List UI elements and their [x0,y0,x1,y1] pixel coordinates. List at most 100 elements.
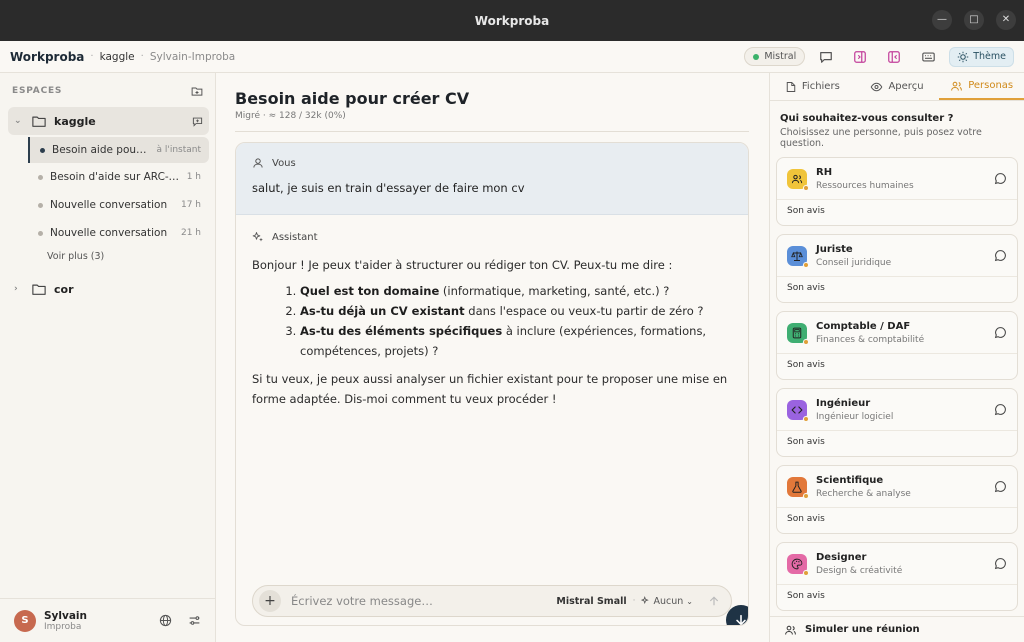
persona-card-rh[interactable]: RH Ressources humaines Son avis [776,157,1018,226]
people-icon [951,81,963,91]
chat-bubble-icon[interactable] [994,326,1007,339]
attach-button[interactable]: + [259,590,281,612]
user-info: Sylvain Improba [44,610,87,632]
persona-card-comptable[interactable]: Comptable / DAF Finances & comptabilité … [776,311,1018,380]
persona-desc: Finances & comptabilité [816,334,925,345]
personas-question: Qui souhaitez-vous consulter ? [780,113,954,124]
status-dot-icon [803,184,809,191]
maximize-button[interactable]: □ [964,10,984,30]
model-name: Mistral [764,51,797,62]
breadcrumb-user[interactable]: Sylvain-Improba [150,51,235,63]
minimize-button[interactable]: — [932,10,952,30]
tools-selector[interactable]: Aucun ⌄ [640,596,693,607]
assistant-role-label: Assistant [272,231,318,243]
user-icon [253,158,263,168]
persona-desc: Recherche & analyse [816,488,911,499]
composer-separator: · [632,596,636,606]
chat-bubble-icon[interactable] [994,557,1007,570]
assistant-outro: Si tu veux, je peux aussi analyser un fi… [252,372,728,406]
persona-card-scientifique[interactable]: Scientifique Recherche & analyse Son avi… [776,465,1018,534]
new-chat-icon[interactable] [192,116,203,127]
simulate-meeting-button[interactable]: Simuler une réunion [770,616,1024,642]
chat-bubble-icon[interactable] [994,480,1007,493]
files-icon [786,81,796,92]
persona-desc: Design & créativité [816,565,903,576]
persona-name: Scientifique [816,474,884,486]
brand-name[interactable]: Workproba [10,50,84,64]
breadcrumb-space[interactable]: kaggle [100,51,135,63]
keyboard-shortcuts-button[interactable] [915,47,941,67]
panel-right-icon [854,50,867,63]
persona-opinion-link[interactable]: Son avis [777,354,1017,376]
eye-icon [871,82,883,91]
list-item: As-tu des éléments spécifiques à inclure… [300,321,732,361]
page-title: Besoin aide pour créer CV [235,89,470,108]
avatar[interactable]: S [14,609,36,632]
window-titlebar: Workproba — □ ✕ [0,0,1024,41]
persona-card-juriste[interactable]: Juriste Conseil juridique Son avis [776,234,1018,303]
space-item-kaggle[interactable]: ⌄ kaggle [8,107,209,135]
status-dot-icon [753,53,760,60]
persona-desc: Ressources humaines [816,180,914,191]
chat-bubble-icon[interactable] [994,172,1007,185]
list-item-bold: As-tu des éléments spécifiques [300,324,503,338]
window-title: Workproba [474,13,550,28]
list-item-text: (informatique, marketing, santé, etc.) ? [439,284,670,298]
space-item-cor[interactable]: › cor [8,275,209,303]
theme-button[interactable]: Thème [949,46,1014,67]
app-window: Workproba — □ ✕ Workproba · kaggle · Syl… [0,0,1024,642]
list-item-bold: As-tu déjà un CV existant [300,304,465,318]
message-input[interactable] [291,594,557,608]
persona-card-designer[interactable]: Designer Design & créativité Son avis [776,542,1018,611]
model-status-pill[interactable]: Mistral [744,47,806,66]
globe-icon[interactable] [159,614,172,627]
chevron-right-icon[interactable]: › [14,284,26,294]
tab-fichiers[interactable]: Fichiers [770,73,855,100]
composer-model-selector[interactable]: Mistral Small [556,596,626,607]
persona-opinion-link[interactable]: Son avis [777,277,1017,299]
chat-bubble-button[interactable] [813,47,839,67]
conversation-title: Besoin aide pour créer CV [52,144,150,156]
topbar-actions: Mistral Thème [744,46,1014,67]
persona-opinion-link[interactable]: Son avis [777,431,1017,453]
tab-label: Aperçu [888,81,924,92]
conversation-item[interactable]: Besoin d'aide sur ARC-AGI 1 h [28,163,209,191]
simulate-meeting-label: Simuler une réunion [805,624,920,635]
conversation-bullet-icon [38,230,43,236]
sparkles-icon [640,596,649,605]
persona-card-ingenieur[interactable]: Ingénieur Ingénieur logiciel Son avis [776,388,1018,457]
space-name: cor [54,282,74,296]
status-dot-icon [803,569,809,576]
flask-icon [787,476,809,499]
conversation-item[interactable]: Nouvelle conversation 21 h [28,219,209,247]
persona-opinion-link[interactable]: Son avis [777,585,1017,607]
tab-personas[interactable]: Personas [939,73,1024,100]
user-message-text: salut, je suis en train d'essayer de fai… [252,181,525,195]
conversation-item[interactable]: Besoin aide pour créer CV à l'instant [28,137,209,163]
conversation-item[interactable]: Nouvelle conversation 17 h [28,191,209,219]
persona-name: Ingénieur [816,397,871,409]
chat-bubble-icon[interactable] [994,249,1007,262]
theme-label: Thème [973,51,1006,62]
settings-sliders-icon[interactable] [188,614,201,627]
close-button[interactable]: ✕ [996,10,1016,30]
right-panel-tabs: Fichiers Aperçu Personas [770,73,1024,101]
persona-opinion-link[interactable]: Son avis [777,508,1017,530]
conversation-title: Nouvelle conversation [50,227,168,239]
folder-icon [32,284,46,295]
chat-thread[interactable]: Vous salut, je suis en train d'essayer d… [235,142,749,626]
toggle-left-panel-button[interactable] [881,47,907,67]
title-divider [235,131,749,132]
new-folder-icon[interactable] [191,85,203,97]
user-org: Improba [44,621,82,632]
chevron-down-icon[interactable]: ⌄ [14,116,26,126]
toggle-right-panel-button[interactable] [847,47,873,67]
see-more-link[interactable]: Voir plus (3) [47,251,215,269]
chat-bubble-icon[interactable] [994,403,1007,416]
tab-apercu[interactable]: Aperçu [855,73,940,100]
breadcrumb-separator: · [90,51,94,62]
maximize-icon: □ [969,14,979,25]
persona-opinion-link[interactable]: Son avis [777,200,1017,222]
send-button[interactable] [703,590,725,612]
user-role-label: Vous [272,157,296,169]
